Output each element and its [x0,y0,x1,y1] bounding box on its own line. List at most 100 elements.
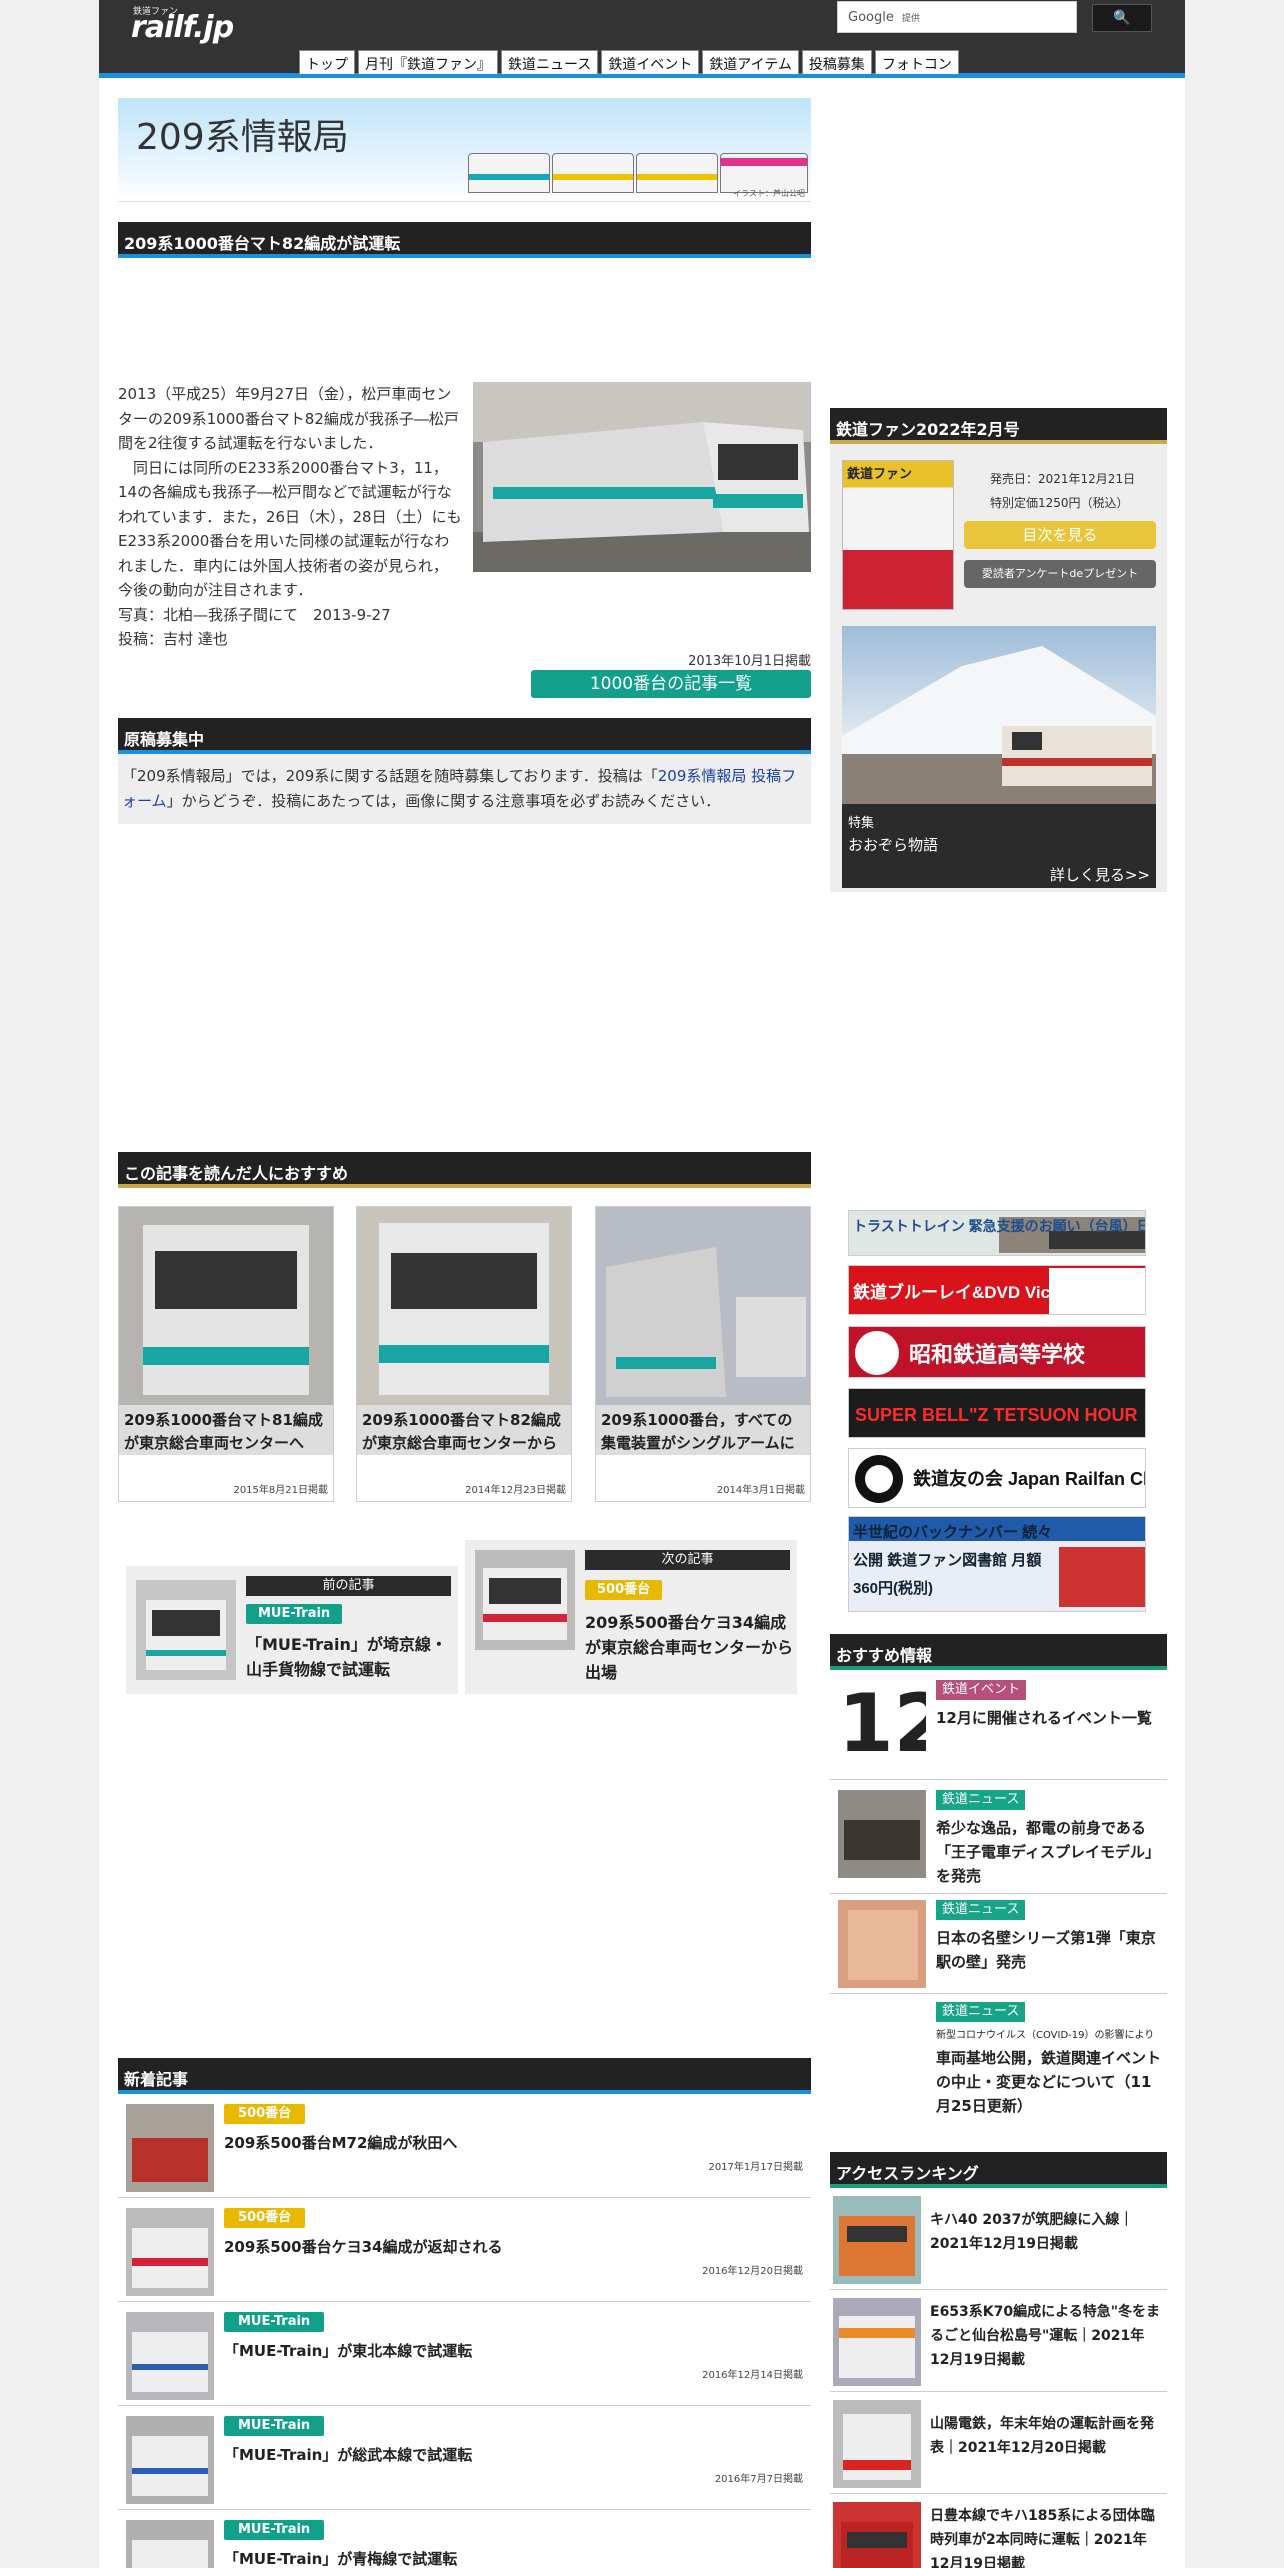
recruit-text-after: 」からどうぞ．投稿にあたっては，画像に関する注意事項を必ずお読みください． [166,792,721,810]
recommend-card[interactable]: 209系1000番台マト81編成が東京総合車両センターへ 2015年8月21日掲… [118,1206,334,1502]
search-icon: 🔍 [1113,10,1131,26]
newest-item-date: 2017年1月17日掲載 [708,2162,803,2173]
recommended-info-item-title: 希少な逸品，都電の前身である「王子電車ディスプレイモデル」を発売 [936,1819,1160,1885]
prev-next-nav: 前の記事 MUE-Train 「MUE-Train」が埼京線・山手貨物線で試運転… [126,1540,803,1696]
ad-banner-railfan-club[interactable]: 鉄道友の会 Japan Railfan Club [848,1448,1146,1508]
recommended-info-item[interactable]: 鉄道ニュース 日本の名壁シリーズ第1弾「東京駅の壁」発売 [830,1894,1167,1994]
recommend-title: この記事を読んだ人におすすめ [118,1152,811,1188]
article-paragraph: 2013（平成25）年9月27日（金），松戸車両センターの209系1000番台マ… [118,385,459,452]
recommended-info-item[interactable]: 鉄道ニュース 希少な逸品，都電の前身である「王子電車ディスプレイモデル」を発売 [830,1780,1167,1894]
next-label: 次の記事 [585,1550,790,1570]
magazine-cover-title: 鉄道ファン [847,467,913,482]
newest-thumbnail [126,2416,214,2504]
recommended-info-tag: 鉄道ニュース [936,1790,1026,1810]
ad-banner-showa-school[interactable]: 昭和鉄道高等学校 [848,1326,1146,1378]
ad-banner-tetsuon-hour[interactable]: SUPER BELL"Z TETSUON HOUR [848,1388,1146,1438]
ranking-item[interactable]: 山陽電鉄，年末年始の運転計画を発表｜2021年12月20日掲載 [830,2392,1167,2494]
nav-submissions[interactable]: 投稿募集 [801,50,872,74]
search-input[interactable]: Google 提供 [837,1,1077,33]
recruit-text-before: 「209系情報局」では，209系に関する話題を随時募集しております．投稿は「 [122,767,658,785]
next-thumbnail [475,1550,575,1650]
ranking-thumbnail [833,2400,921,2488]
search-provider-by: 提供 [901,14,920,24]
nav-news[interactable]: 鉄道ニュース [501,50,599,74]
ranking-item-title: キハ40 2037が筑肥線に入線｜2021年12月19日掲載 [930,2212,1134,2252]
feature-photo [842,626,1156,804]
ad-text: 鉄道友の会 Japan Railfan Club [913,1468,1146,1489]
ad-banner-trust-train[interactable]: トラストトレイン 緊急支援のお願い（台風）日本ナショナルトラスト [848,1210,1146,1256]
search-button[interactable]: 🔍 [1092,4,1152,32]
recruit-section: 原稿募集中 「209系情報局」では，209系に関する話題を随時募集しております．… [118,718,811,824]
ad-text: 半世紀のバックナンバー 続々公開 鉄道ファン図書館 月額360円(税別) [853,1524,1053,1597]
newest-list: 500番台 209系500番台M72編成が秋田へ 2017年1月17日掲載 50… [118,2094,811,2568]
nav-items[interactable]: 鉄道アイテム [702,50,799,74]
newest-item-title: 209系500番台M72編成が秋田へ [224,2134,458,2152]
ad-banner-railfan-library[interactable]: 半世紀のバックナンバー 続々公開 鉄道ファン図書館 月額360円(税別) [848,1516,1146,1612]
recommend-card[interactable]: 209系1000番台，すべての集電装置がシングルアームに 2014年3月1日掲載 [595,1206,811,1502]
site-header: 鉄道ファン railf.jp Google 提供 🔍 トップ 月刊『鉄道ファン』… [99,0,1185,78]
newest-title: 新着記事 [118,2058,811,2094]
section-banner[interactable]: 209系情報局 イラスト：芦山公昭 [118,98,811,202]
nav-magazine[interactable]: 月刊『鉄道ファン』 [358,50,498,74]
recommended-info-subtitle: 新型コロナウイルス（COVID-19）の影響により [936,2030,1155,2041]
ad-text: 鉄道ブルーレイ&DVD Vicom 今すぐアクセス [853,1282,1146,1302]
recruit-text: 「209系情報局」では，209系に関する話題を随時募集しております．投稿は「20… [118,754,811,824]
nav-photocon[interactable]: フォトコン [874,50,959,74]
newest-item-title: 「MUE-Train」が東北本線で試運転 [224,2342,473,2360]
next-title: 209系500番台ケヨ34編成が東京総合車両センターから出場 [585,1613,794,1682]
newest-item[interactable]: MUE-Train 「MUE-Train」が総武本線で試運転 2016年7月7日… [118,2406,811,2510]
contents-button[interactable]: 目次を見る [964,521,1156,549]
newest-tag: 500番台 [224,2104,306,2124]
newest-tag: 500番台 [224,2208,306,2228]
magazine-release-date: 発売日：2021年12月21日 [990,472,1136,486]
train-photo-svg [473,382,811,572]
search-provider: Google [848,10,894,25]
newest-item[interactable]: MUE-Train 「MUE-Train」が東北本線で試運転 2016年12月1… [118,2302,811,2406]
next-article[interactable]: 次の記事 500番台 209系500番台ケヨ34編成が東京総合車両センターから出… [465,1540,797,1694]
recommend-date: 2014年12月23日掲載 [465,1485,566,1496]
newest-item-date: 2016年12月20日掲載 [702,2266,803,2277]
ad-banner-vicom[interactable]: 鉄道ブルーレイ&DVD Vicom 今すぐアクセス [848,1265,1146,1315]
recommended-info-thumbnail [838,1900,926,1988]
ranking-item[interactable]: キハ40 2037が筑肥線に入線｜2021年12月19日掲載 [830,2188,1167,2290]
magazine-cover[interactable]: 鉄道ファン [842,460,954,610]
feature-more-link[interactable]: 詳しく見る>> [1050,864,1150,885]
banner-title: 209系情報局 [136,117,349,158]
recommend-section: この記事を読んだ人におすすめ 209系1000番台マト81編成が東京総合車両セン… [118,1152,811,1502]
recommend-caption: 209系1000番台マト82編成が東京総合車両センターから出場 [357,1405,571,1455]
recommended-info-item[interactable]: 12 鉄道イベント 12月に開催されるイベント一覧 [830,1670,1167,1780]
newest-item[interactable]: MUE-Train 「MUE-Train」が青梅線で試運転 [118,2510,811,2568]
logo-text: railf.jp [131,10,234,45]
site-logo[interactable]: 鉄道ファン railf.jp [129,4,239,45]
recommend-card[interactable]: 209系1000番台マト82編成が東京総合車両センターから出場 2014年12月… [356,1206,572,1502]
banner-train-illustration [720,153,808,193]
recommended-info-item-title: 車両基地公開，鉄道関連イベントの中止・変更などについて（11月25日更新） [936,2049,1162,2115]
recommended-info-item[interactable]: 鉄道ニュース 新型コロナウイルス（COVID-19）の影響により 車両基地公開，… [830,1994,1167,2115]
series-list-button[interactable]: 1000番台の記事一覧 [531,670,811,698]
magazine-price: 特別定価1250円（税込） [990,496,1129,510]
nav-top[interactable]: トップ [299,50,355,74]
prev-article[interactable]: 前の記事 MUE-Train 「MUE-Train」が埼京線・山手貨物線で試運転 [126,1566,458,1694]
recommend-date: 2015年8月21日掲載 [233,1485,328,1496]
ranking-item[interactable]: E653系K70編成による特急"冬をまるごと仙台松島号"運転｜2021年12月1… [830,2290,1167,2392]
newest-item[interactable]: 500番台 209系500番台ケヨ34編成が返却される 2016年12月20日掲… [118,2198,811,2302]
recommend-thumbnail [596,1207,810,1405]
banner-train-illustration [468,153,550,193]
newest-tag: MUE-Train [224,2520,325,2540]
magazine-widget: 鉄道ファン2022年2月号 鉄道ファン 発売日：2021年12月21日 特別定価… [830,408,1167,892]
prev-title: 「MUE-Train」が埼京線・山手貨物線で試運転 [246,1635,447,1679]
nav-events[interactable]: 鉄道イベント [601,50,700,74]
photo-caption: 写真：北柏—我孫子間にて 2013-9-27 [118,605,391,624]
ad-text: SUPER BELL"Z TETSUON HOUR [855,1405,1138,1425]
ranking-item[interactable]: 日豊本線でキハ185系による団体臨時列車が2本同時に運転｜2021年12月19日… [830,2494,1167,2568]
newest-tag: MUE-Train [224,2416,325,2436]
survey-button[interactable]: 愛読者アンケートdeプレゼント [964,560,1156,588]
next-tag: 500番台 [585,1580,663,1600]
banner-train-illustration [552,153,634,193]
newest-section: 新着記事 500番台 209系500番台M72編成が秋田へ 2017年1月17日… [118,2058,811,2568]
newest-item[interactable]: 500番台 209系500番台M72編成が秋田へ 2017年1月17日掲載 [118,2094,811,2198]
article-photo[interactable] [473,382,811,572]
feature-card[interactable]: 特集 おおぞら物語 詳しく見る>> [842,626,1156,888]
newest-thumbnail [126,2520,214,2568]
access-ranking: アクセスランキング キハ40 2037が筑肥線に入線｜2021年12月19日掲載… [830,2152,1167,2568]
